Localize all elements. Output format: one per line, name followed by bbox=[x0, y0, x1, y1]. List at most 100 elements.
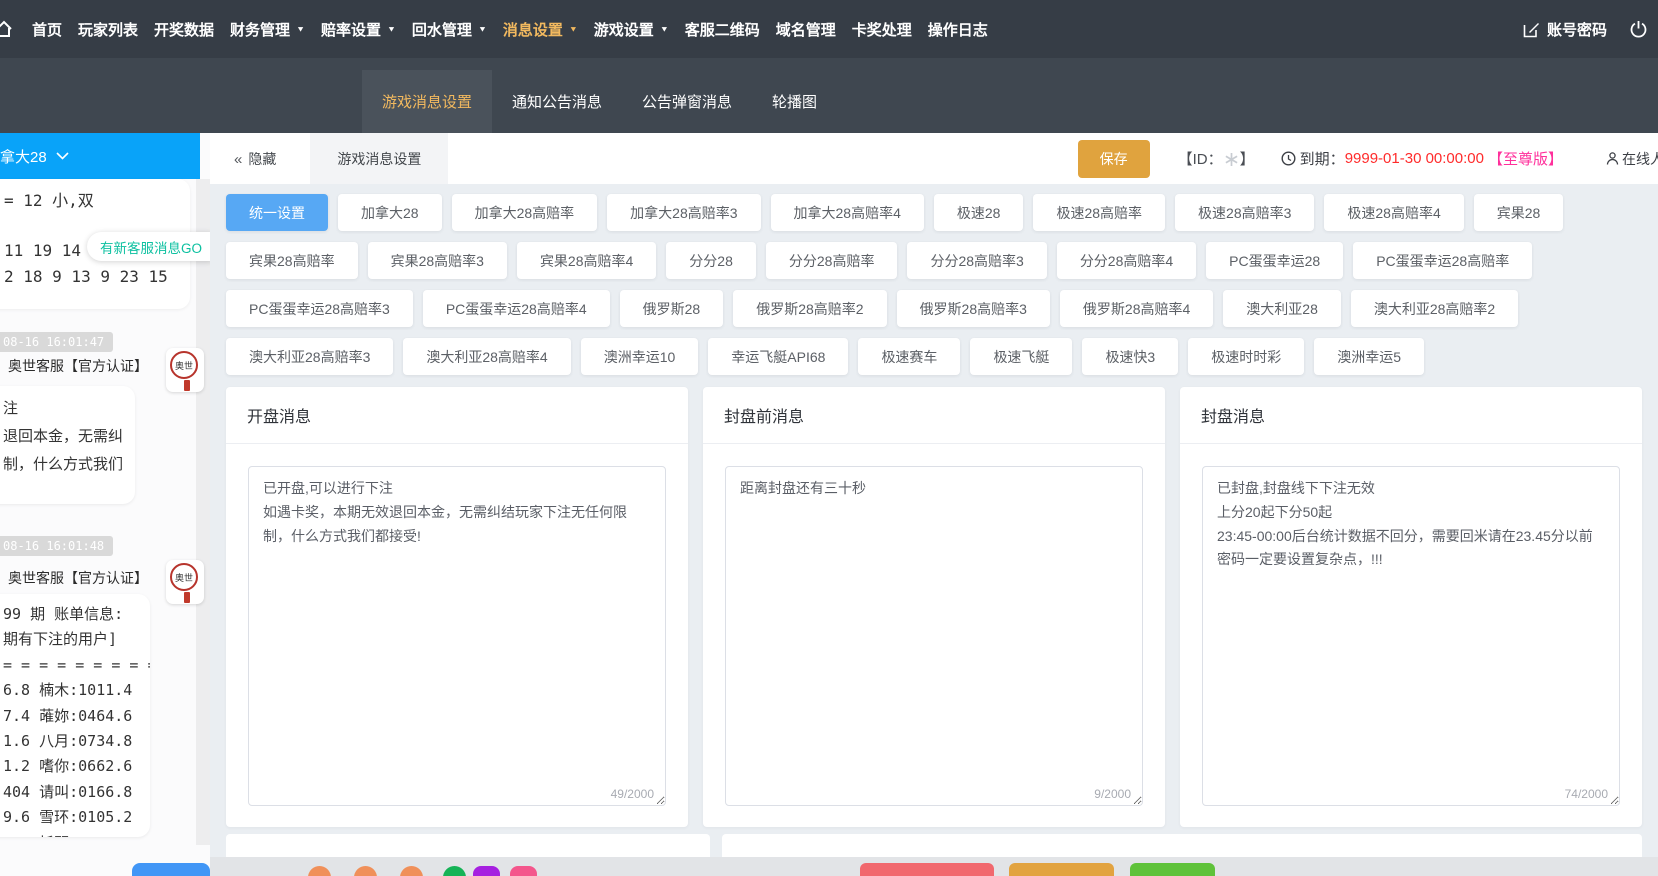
game-tab-button[interactable]: 统一设置 bbox=[226, 194, 328, 231]
subnav-tab[interactable]: 游戏消息设置 bbox=[362, 70, 492, 133]
nav-item-label: 客服二维码 bbox=[685, 19, 760, 40]
message-textarea[interactable] bbox=[248, 466, 666, 806]
send-button[interactable] bbox=[132, 863, 210, 876]
account-id: 【ID： 】 bbox=[1178, 148, 1255, 169]
avatar[interactable]: 奥世 bbox=[166, 348, 204, 392]
collapse-sidebar-button[interactable]: «隐藏 bbox=[234, 149, 276, 169]
game-tab-button[interactable]: 宾果28 bbox=[1474, 194, 1564, 231]
message-panel: 开盘消息 49/2000 bbox=[226, 387, 688, 827]
game-tabs-row: 统一设置加拿大28加拿大28高赔率加拿大28高赔率3加拿大28高赔率4极速28极… bbox=[226, 194, 1642, 231]
nav-item-label: 赔率设置 bbox=[321, 19, 381, 40]
nav-item[interactable]: 赔率设置 ▼ bbox=[313, 0, 404, 58]
nav-item[interactable]: 客服二维码 bbox=[677, 0, 768, 58]
game-tab-button[interactable]: 俄罗斯28高赔率2 bbox=[733, 290, 886, 327]
nav-item[interactable]: 卡奖处理 bbox=[844, 0, 920, 58]
game-tab-button[interactable]: 加拿大28高赔率3 bbox=[607, 194, 760, 231]
game-tab-button[interactable]: 极速28 bbox=[934, 194, 1024, 231]
game-tabs-row: 宾果28高赔率宾果28高赔率3宾果28高赔率4分分28分分28高赔率分分28高赔… bbox=[226, 242, 1642, 279]
avatar-logo: 奥世 bbox=[170, 563, 198, 591]
game-tab-button[interactable]: 加拿大28 bbox=[338, 194, 442, 231]
nav-item[interactable]: 回水管理 ▼ bbox=[404, 0, 495, 58]
game-tab-button[interactable]: 分分28 bbox=[666, 242, 756, 279]
message-panels: 开盘消息 49/2000 封盘前消息 9/2000 封盘消息 74/2000 bbox=[226, 387, 1642, 827]
action-button-green[interactable] bbox=[1130, 863, 1215, 876]
game-tab-button[interactable]: 宾果28高赔率 bbox=[226, 242, 358, 279]
scrollbar-track[interactable] bbox=[196, 179, 210, 845]
nav-item[interactable]: 操作日志 bbox=[920, 0, 996, 58]
action-button-red[interactable] bbox=[860, 863, 994, 876]
edit-icon bbox=[1523, 21, 1540, 38]
game-tab-button[interactable]: 宾果28高赔率4 bbox=[517, 242, 656, 279]
toolbar-tab-game-message[interactable]: 游戏消息设置 bbox=[310, 133, 448, 184]
game-tab-button[interactable]: 俄罗斯28 bbox=[620, 290, 724, 327]
sender-name: 奥世客服【官方认证】 bbox=[8, 359, 148, 375]
game-tab-button[interactable]: 极速28高赔率4 bbox=[1324, 194, 1463, 231]
chat-line: 1.2 嗜你:0662.6 bbox=[3, 754, 144, 779]
avatar[interactable]: 奥世 bbox=[166, 560, 204, 604]
game-tab-button[interactable]: 加拿大28高赔率 bbox=[452, 194, 598, 231]
nav-item[interactable]: 游戏设置 ▼ bbox=[586, 0, 677, 58]
nav-item[interactable]: 消息设置 ▼ bbox=[495, 0, 586, 58]
game-selector-dropdown[interactable]: 加拿大28 bbox=[0, 133, 200, 179]
subnav-tab-label: 通知公告消息 bbox=[512, 91, 602, 112]
action-button-orange[interactable] bbox=[1009, 863, 1114, 876]
game-tab-button[interactable]: 幸运飞艇API68 bbox=[708, 338, 848, 375]
game-tab-button[interactable]: 澳洲幸运10 bbox=[581, 338, 699, 375]
nav-item[interactable]: 玩家列表 bbox=[70, 0, 146, 58]
chat-line: 期有下注的用户] bbox=[3, 627, 144, 652]
game-tab-button[interactable]: 分分28高赔率3 bbox=[907, 242, 1046, 279]
collapse-icon: « bbox=[234, 151, 242, 168]
game-tab-button[interactable]: 加拿大28高赔率4 bbox=[771, 194, 924, 231]
nav-item[interactable]: 域名管理 bbox=[768, 0, 844, 58]
chat-bubble: 注退回本金，无需纠制，什么方式我们 bbox=[0, 386, 135, 504]
game-tab-button[interactable]: 澳大利亚28 bbox=[1223, 290, 1341, 327]
message-timestamp: 08-16 16:01:48 bbox=[0, 536, 113, 556]
nav-item[interactable]: 首页 bbox=[24, 0, 70, 58]
person-icon bbox=[1605, 151, 1620, 166]
message-textarea[interactable] bbox=[1202, 466, 1620, 806]
chevron-down-icon: ▼ bbox=[660, 25, 669, 34]
subnav-tab[interactable]: 轮播图 bbox=[752, 70, 837, 133]
game-tab-button[interactable]: 澳大利亚28高赔率2 bbox=[1351, 290, 1518, 327]
game-tab-button[interactable]: 极速赛车 bbox=[858, 338, 960, 375]
new-message-notification[interactable]: 有新客服消息GO bbox=[87, 232, 210, 261]
nav-item-label: 消息设置 bbox=[503, 19, 563, 40]
game-tab-button[interactable]: PC蛋蛋幸运28 bbox=[1206, 242, 1343, 279]
home-icon[interactable] bbox=[0, 19, 14, 39]
loading-spinner-icon bbox=[1224, 152, 1239, 167]
game-tab-button[interactable]: PC蛋蛋幸运28高赔率4 bbox=[423, 290, 610, 327]
game-tab-button[interactable]: 分分28高赔率 bbox=[766, 242, 898, 279]
game-tab-button[interactable]: 极速28高赔率3 bbox=[1175, 194, 1314, 231]
game-tab-button[interactable]: 极速时时彩 bbox=[1188, 338, 1304, 375]
game-tab-button[interactable]: PC蛋蛋幸运28高赔率 bbox=[1353, 242, 1532, 279]
message-textarea[interactable] bbox=[725, 466, 1143, 806]
chat-line: 制，什么方式我们 bbox=[3, 450, 129, 478]
game-tab-button[interactable]: 极速28高赔率 bbox=[1033, 194, 1165, 231]
nav-items: 首页 玩家列表 开奖数据 财务管理 ▼ 赔率设置 ▼ 回水管理 ▼ 消息设置 ▼… bbox=[24, 0, 996, 58]
game-tab-button[interactable]: 俄罗斯28高赔率4 bbox=[1060, 290, 1213, 327]
sender-name: 奥世客服【官方认证】 bbox=[8, 571, 148, 587]
nav-item[interactable]: 开奖数据 bbox=[146, 0, 222, 58]
subnav-tab[interactable]: 通知公告消息 bbox=[492, 70, 622, 133]
account-password-button[interactable]: 账号密码 bbox=[1523, 19, 1607, 40]
game-tab-button[interactable]: 澳大利亚28高赔率3 bbox=[226, 338, 393, 375]
game-tab-button[interactable]: 极速飞艇 bbox=[970, 338, 1072, 375]
chevron-down-icon: ▼ bbox=[569, 25, 578, 34]
emoji-icon-pink[interactable] bbox=[510, 866, 537, 876]
game-tab-button[interactable]: 分分28高赔率4 bbox=[1057, 242, 1196, 279]
subnav-tab[interactable]: 公告弹窗消息 bbox=[622, 70, 752, 133]
nav-item[interactable]: 财务管理 ▼ bbox=[222, 0, 313, 58]
game-tab-button[interactable]: 澳洲幸运5 bbox=[1314, 338, 1424, 375]
game-tab-button[interactable]: 俄罗斯28高赔率3 bbox=[897, 290, 1050, 327]
main-content: «隐藏 游戏消息设置 保存 【ID： 】 到期： 9999-01-30 00:0… bbox=[210, 133, 1658, 876]
game-tab-button[interactable]: 澳大利亚28高赔率4 bbox=[403, 338, 570, 375]
power-icon[interactable] bbox=[1629, 20, 1648, 39]
expire-label: 到期： bbox=[1300, 148, 1345, 169]
emoji-icon-purple[interactable] bbox=[473, 866, 500, 876]
game-tab-button[interactable]: PC蛋蛋幸运28高赔率3 bbox=[226, 290, 413, 327]
save-button[interactable]: 保存 bbox=[1078, 140, 1150, 178]
game-tab-button[interactable]: 宾果28高赔率3 bbox=[368, 242, 507, 279]
game-tab-button[interactable]: 极速快3 bbox=[1082, 338, 1178, 375]
subnav-tab-label: 轮播图 bbox=[772, 91, 817, 112]
chat-line: = = = = = = = = = = bbox=[3, 653, 144, 678]
